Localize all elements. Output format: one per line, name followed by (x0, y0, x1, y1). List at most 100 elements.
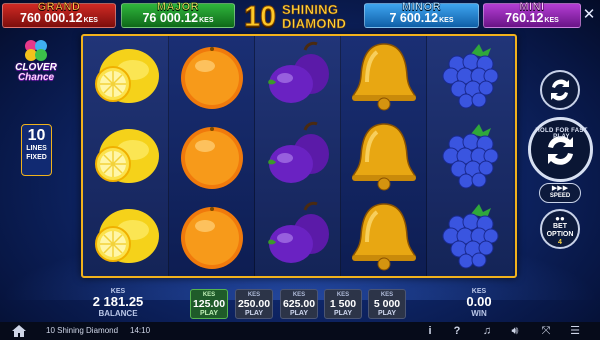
bell-icon (351, 203, 417, 271)
symbol-grapes (427, 196, 513, 276)
win-amount: 0.00 (466, 294, 492, 309)
lines-fixed-badge: 10 LINES FIXED (21, 124, 52, 176)
balance-label: BALANCE (98, 309, 138, 318)
speed-button[interactable]: ▶▶▶ SPEED (539, 183, 581, 203)
plum-icon (268, 121, 329, 183)
info-icon[interactable]: i (423, 324, 437, 338)
jackpot-minor: MINOR 7 600.12KES (364, 1, 479, 28)
bet-amount: 625.00 (282, 298, 316, 310)
help-icon[interactable]: ? (450, 324, 464, 338)
autoplay-button[interactable] (540, 70, 580, 110)
bet-play-label: PLAY (199, 310, 219, 317)
symbol-orange (169, 116, 255, 196)
jackpot-mini: MINI 760.12KES (483, 1, 581, 28)
grapes-icon (442, 124, 499, 189)
bell-icon (351, 43, 417, 111)
menu-icon[interactable]: ☰ (568, 324, 582, 338)
jackpot-grand: GRAND 760 000.12KES (2, 1, 116, 28)
bet-button-125[interactable]: KES 125.00 PLAY (190, 289, 228, 319)
symbol-grapes (427, 36, 513, 116)
jackpot-mini-amount: 760.12 (505, 11, 544, 25)
jackpot-grand-amount: 760 000.12 (20, 11, 83, 25)
symbol-plum (255, 196, 341, 276)
sound-icon[interactable]: 🔊︎ (508, 324, 522, 338)
win-label: WIN (471, 309, 487, 318)
spin-hint: HOLD FOR FAST PLAY (535, 128, 588, 140)
symbol-orange (169, 36, 255, 116)
bet-button-1500[interactable]: KES 1 500 PLAY (324, 289, 362, 319)
lemon-icon (95, 129, 159, 183)
symbol-lemon (83, 116, 169, 196)
bet-amount: 1 500 (329, 298, 357, 310)
jackpot-mini-currency: KES (544, 17, 559, 24)
home-icon[interactable] (12, 325, 26, 337)
symbol-bell (341, 36, 427, 116)
bet-button-625[interactable]: KES 625.00 PLAY (280, 289, 318, 319)
game-name: 10 Shining Diamond (46, 326, 119, 335)
speed-label: SPEED (549, 193, 571, 199)
symbol-lemon (83, 36, 169, 116)
orange-icon (181, 207, 243, 269)
orange-icon (181, 127, 243, 189)
plum-icon (268, 41, 329, 103)
bet-play-label: PLAY (333, 310, 353, 317)
grapes-icon (442, 204, 499, 269)
reel-2 (169, 36, 255, 276)
clover-chance-logo: CLOVER Chance (8, 38, 64, 90)
lines-label: LINES (26, 145, 47, 152)
balance-display: KES 2 181.25 BALANCE (86, 288, 150, 319)
reel-5 (427, 36, 513, 276)
clover-subtitle: Chance (17, 72, 55, 83)
autoplay-icon (551, 79, 569, 101)
jackpot-grand-currency: KES (83, 17, 98, 24)
symbol-orange (169, 196, 255, 276)
bet-button-250[interactable]: KES 250.00 PLAY (235, 289, 273, 319)
spin-button[interactable]: HOLD FOR FAST PLAY (528, 117, 593, 182)
jackpot-minor-currency: KES (439, 17, 454, 24)
bet-option-button[interactable]: ●● BET OPTION 4 (540, 209, 580, 249)
symbol-bell (341, 196, 427, 276)
bell-icon (351, 123, 417, 191)
win-display: KES 0.00 WIN (448, 288, 510, 319)
lines-count: 10 (27, 127, 46, 144)
symbol-grapes (427, 116, 513, 196)
plum-icon (268, 201, 329, 263)
symbol-lemon (83, 196, 169, 276)
title-line-1: SHINING (282, 2, 339, 18)
music-icon[interactable]: ♫ (480, 324, 494, 338)
grapes-icon (442, 44, 499, 109)
balance-amount: 2 181.25 (92, 294, 144, 309)
title-line-2: DIAMOND (282, 16, 347, 32)
bet-option-label: BET OPTION (546, 223, 574, 238)
bet-amount: 5 000 (373, 298, 401, 310)
fast-forward-icon: ▶▶▶ (551, 185, 569, 192)
status-bar: 10 Shining Diamond 14:10 i ? ♫ 🔊︎ ⤧ ☰ (0, 322, 600, 340)
jackpot-major-currency: KES (199, 17, 214, 24)
game-stage: GRAND 760 000.12KES MAJOR 76 000.12KES M… (0, 0, 600, 340)
bet-button-5000[interactable]: KES 5 000 PLAY (368, 289, 406, 319)
bet-amount: 250.00 (237, 298, 271, 310)
clock: 14:10 (130, 326, 151, 335)
close-icon[interactable]: ✕ (581, 7, 597, 23)
reels-area (81, 34, 517, 278)
jackpot-minor-amount: 7 600.12 (389, 11, 439, 25)
coins-icon: ●● (555, 214, 565, 223)
fullscreen-icon[interactable]: ⤧ (539, 324, 553, 338)
bet-amount: 125.00 (192, 298, 226, 310)
game-title-logo: 10 SHINING DIAMOND (240, 0, 360, 36)
clover-icon (25, 40, 47, 61)
lemon-icon (95, 49, 159, 103)
reel-1 (83, 36, 169, 276)
jackpot-major: MAJOR 76 000.12KES (121, 1, 235, 28)
reel-3 (255, 36, 341, 276)
fixed-label: FIXED (26, 154, 47, 161)
jackpot-major-amount: 76 000.12 (142, 11, 199, 25)
bet-option-value: 4 (558, 239, 562, 246)
symbol-bell (341, 116, 427, 196)
title-number: 10 (243, 1, 277, 34)
bet-play-label: PLAY (289, 310, 309, 317)
reel-4 (341, 36, 427, 276)
symbol-plum (255, 36, 341, 116)
bet-play-label: PLAY (377, 310, 397, 317)
orange-icon (181, 47, 243, 109)
